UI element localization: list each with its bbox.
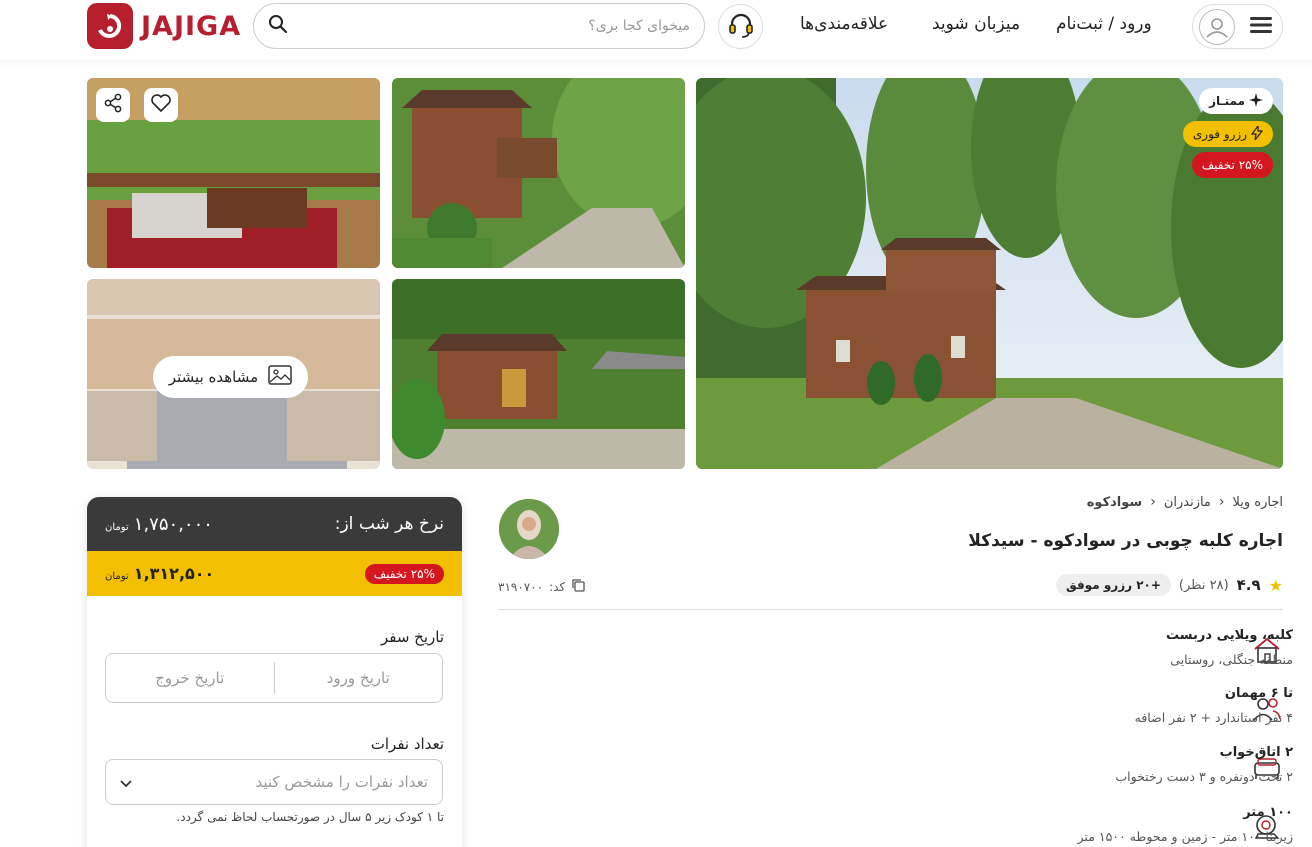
user-avatar-icon	[1199, 8, 1235, 45]
host-avatar[interactable]	[499, 499, 559, 559]
bookings-badge: +۲۰ رزرو موفق	[1056, 574, 1171, 596]
sparkle-icon	[1249, 92, 1263, 110]
user-menu-button[interactable]	[1192, 4, 1283, 49]
chevron-left-icon: ‹	[1150, 494, 1156, 510]
premium-badge: ممتـاز	[1199, 88, 1273, 114]
support-button[interactable]	[718, 4, 763, 49]
search-input[interactable]	[288, 18, 690, 34]
original-price: ۱,۷۵۰,۰۰۰ تومان	[105, 513, 213, 535]
gallery-photo-exterior-2[interactable]	[392, 279, 685, 469]
feature-capacity: تا ۶ مهمان ۴ نفر استاندارد + ۲ نفر اضافه	[1134, 686, 1293, 725]
logo-mark-icon	[87, 3, 133, 49]
share-icon	[103, 93, 123, 117]
guests-note: تا ۱ کودک زیر ۵ سال در صورتحساب لحاظ نمی…	[176, 810, 444, 824]
nightly-rate-label: نرخ هر شب از:	[334, 514, 444, 534]
breadcrumb-item-city[interactable]: سوادکوه	[1087, 495, 1142, 510]
booking-card: ۱,۷۵۰,۰۰۰ تومان نرخ هر شب از: ۱,۳۱۲,۵۰۰ …	[87, 497, 462, 847]
date-picker[interactable]: تاریخ خروج تاریخ ورود	[105, 653, 443, 703]
guests-label: تعداد نفرات	[370, 735, 444, 753]
listing-code[interactable]: کد: ۳۱۹۰۷۰۰	[498, 578, 585, 595]
lightning-icon	[1250, 123, 1264, 143]
checkout-date-field[interactable]: تاریخ خروج	[106, 654, 274, 702]
checkin-date-field[interactable]: تاریخ ورود	[275, 654, 443, 702]
guests-placeholder: تعداد نفرات را مشخص کنید	[255, 773, 429, 791]
breadcrumb-item-villa[interactable]: اجاره ویلا	[1233, 495, 1283, 510]
hamburger-icon	[1250, 16, 1272, 38]
breadcrumb-item-province[interactable]: مازندران	[1164, 495, 1211, 510]
price-header: ۱,۷۵۰,۰۰۰ تومان نرخ هر شب از:	[87, 497, 462, 551]
become-host-link[interactable]: میزبان شوید	[932, 14, 1020, 34]
card-discount-badge: ۲۵% تخفیف	[364, 563, 444, 584]
gallery-photo-living-room[interactable]: مشاهده بیشتر	[87, 279, 380, 469]
guests-select[interactable]: تعداد نفرات را مشخص کنید	[105, 759, 443, 805]
review-count[interactable]: (۲۸ نظر)	[1179, 578, 1229, 593]
image-gallery-icon	[268, 365, 292, 389]
main-photo[interactable]: ممتـاز رزرو فوری ۲۵% تخفیف	[696, 78, 1283, 469]
gallery-photo-exterior-1[interactable]	[392, 78, 685, 268]
copy-icon	[571, 578, 585, 595]
instant-booking-badge: رزرو فوری	[1182, 121, 1273, 147]
feature-bedrooms: ۲ اتاق‌خواب ۲ تخت دونفره و ۳ دست رختخواب	[1115, 745, 1293, 784]
chevron-left-icon: ‹	[1218, 494, 1225, 510]
star-icon: ★	[1268, 575, 1283, 595]
search-bar[interactable]	[253, 3, 705, 49]
discounted-price: ۱,۳۱۲,۵۰۰ تومان	[105, 564, 215, 583]
favorites-link[interactable]: علاقه‌مندی‌ها	[800, 14, 888, 34]
feature-property-type: کلبه، ویلایی دربست منطقه جنگلی، روستایی	[1166, 628, 1293, 667]
listing-title: اجاره کلبه چوبی در سوادکوه - سیدکلا	[968, 531, 1283, 551]
rating-row: ★ ۴.۹ (۲۸ نظر) +۲۰ رزرو موفق	[1056, 574, 1283, 596]
share-button[interactable]	[96, 88, 130, 122]
header: ورود / ثبت‌نام میزبان شوید علاقه‌مندی‌ها…	[0, 0, 1312, 60]
heart-icon	[151, 94, 171, 116]
site-logo[interactable]: JAJIGA	[87, 3, 241, 49]
logo-text: JAJIGA	[141, 10, 242, 42]
breadcrumb: اجاره ویلا ‹ مازندران ‹ سوادکوه	[1087, 494, 1283, 510]
rating-value: ۴.۹	[1236, 576, 1261, 594]
chevron-down-icon	[120, 773, 132, 792]
discount-badge: ۲۵% تخفیف	[1191, 152, 1273, 178]
login-link[interactable]: ورود / ثبت‌نام	[1056, 14, 1152, 34]
discount-row: ۱,۳۱۲,۵۰۰ تومان ۲۵% تخفیف	[87, 551, 462, 596]
favorite-button[interactable]	[144, 88, 178, 122]
divider	[498, 609, 1283, 610]
gallery-photo-terrace[interactable]	[87, 78, 380, 268]
headset-icon	[726, 10, 756, 44]
trip-date-label: تاریخ سفر	[380, 628, 444, 646]
feature-area: ۱۰۰ متر زیربنا ۱۰۰ متر - زمین و محوطه ۱۵…	[1077, 805, 1293, 844]
see-more-photos-button[interactable]: مشاهده بیشتر	[153, 356, 308, 398]
search-icon[interactable]	[268, 14, 288, 38]
